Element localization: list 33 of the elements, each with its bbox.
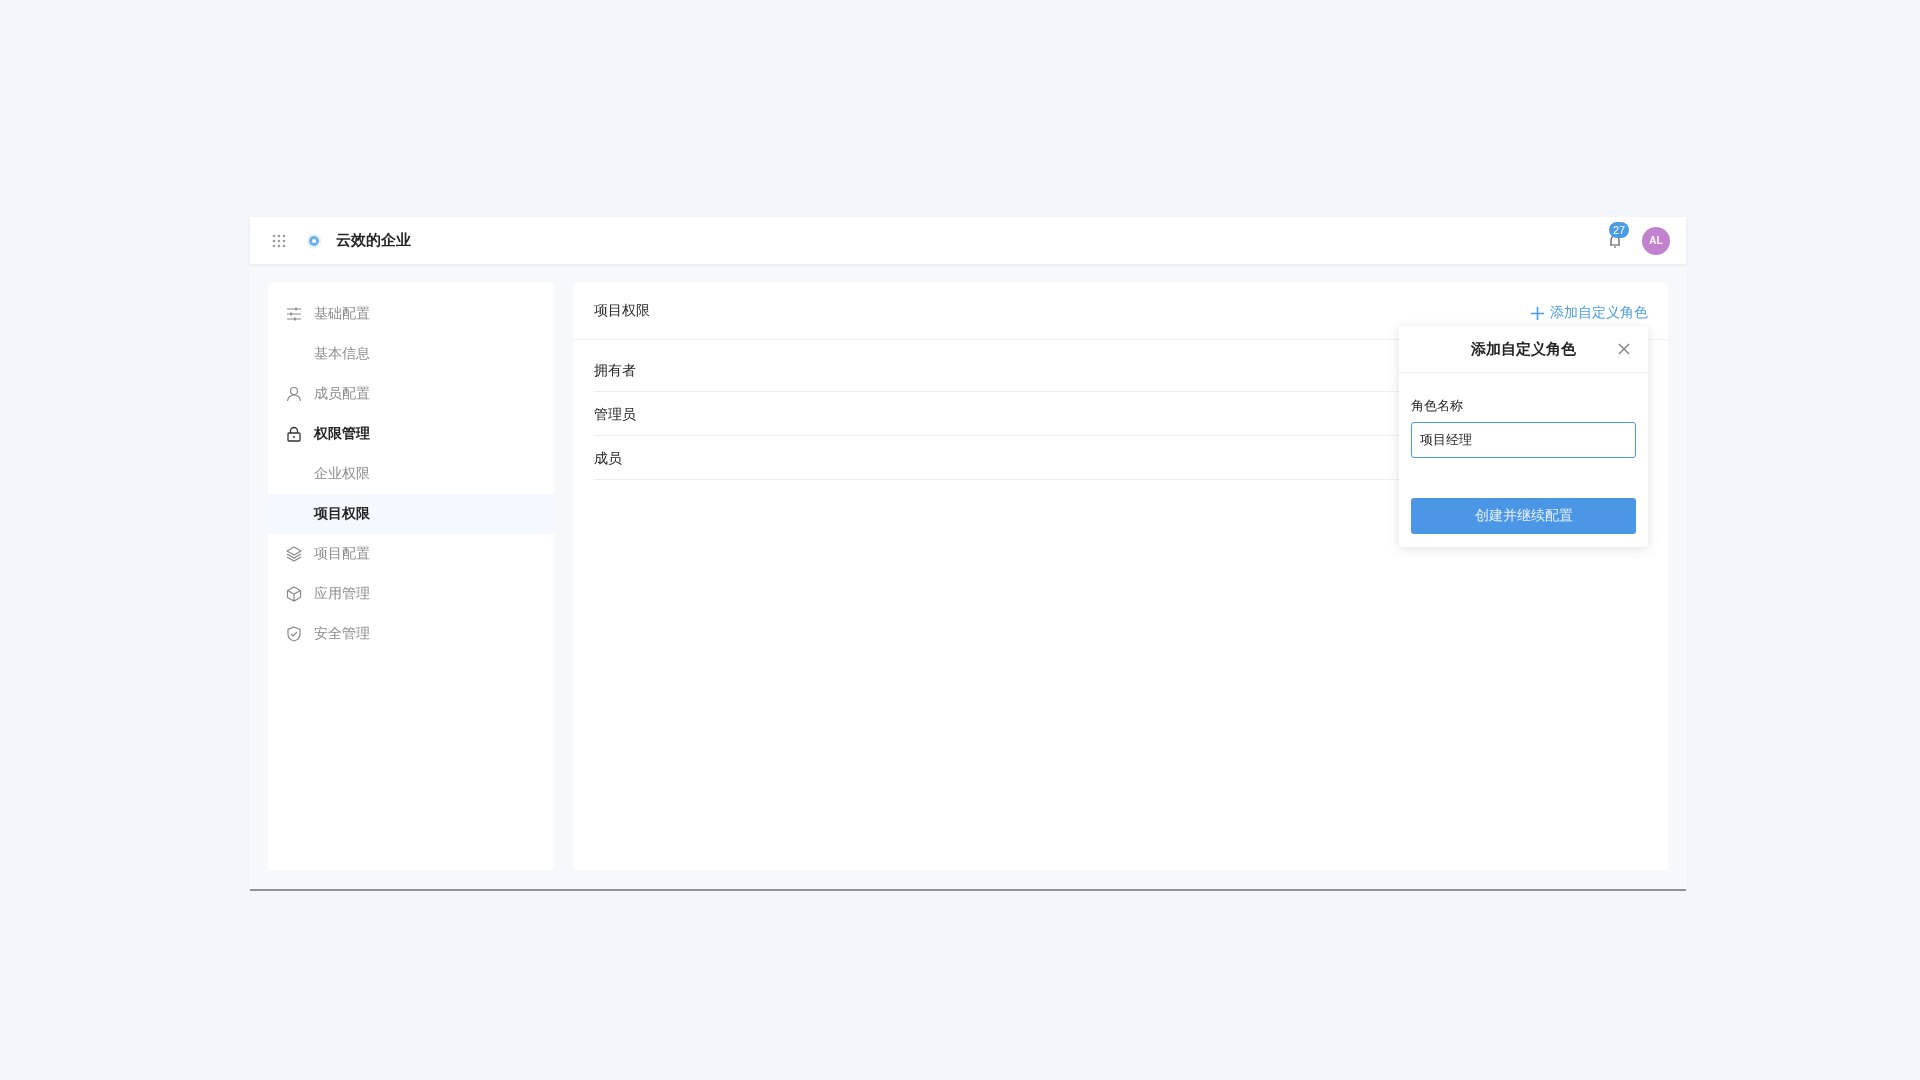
role-name-field[interactable]: 项目经理	[1411, 422, 1636, 458]
nav-group-item[interactable]: 基础配置	[268, 294, 554, 334]
nav-icon	[286, 586, 302, 602]
add-role-link[interactable]: 添加自定义角色	[1531, 304, 1648, 322]
nav-label: 基础配置	[314, 305, 370, 323]
notification-badge: 27	[1609, 221, 1630, 238]
nav-group-item[interactable]: 成员配置	[268, 374, 554, 414]
close-icon[interactable]	[1618, 343, 1630, 355]
field-label: 角色名称	[1411, 397, 1464, 415]
nav-group-item[interactable]: 权限管理	[268, 414, 554, 454]
app-grid-icon[interactable]	[272, 233, 286, 248]
nav-item[interactable]: 企业权限	[268, 454, 554, 494]
nav-group-item[interactable]: 项目配置	[268, 534, 554, 574]
panel-title: 项目权限	[594, 302, 650, 320]
nav-icon	[286, 306, 302, 322]
plus-icon	[1531, 306, 1544, 320]
nav-group-item[interactable]: 安全管理	[268, 614, 554, 654]
nav-label: 安全管理	[314, 625, 370, 643]
nav-label: 项目配置	[314, 545, 370, 563]
nav-label: 权限管理	[314, 425, 370, 443]
nav-item[interactable]: 项目权限	[268, 494, 554, 534]
nav-icon	[286, 386, 302, 402]
nav-item[interactable]: 基本信息	[268, 334, 554, 374]
nav-icon	[286, 626, 302, 642]
create-button[interactable]: 创建并继续配置	[1411, 498, 1636, 534]
nav-group-item[interactable]: 应用管理	[268, 574, 554, 614]
logo-icon	[306, 232, 322, 249]
nav-label: 应用管理	[314, 585, 370, 603]
nav-icon	[286, 546, 302, 562]
nav-icon	[286, 426, 302, 442]
user-avatar[interactable]: AL	[1642, 226, 1670, 255]
nav-label: 成员配置	[314, 385, 370, 403]
workspace-title: 云效的企业	[336, 231, 411, 250]
